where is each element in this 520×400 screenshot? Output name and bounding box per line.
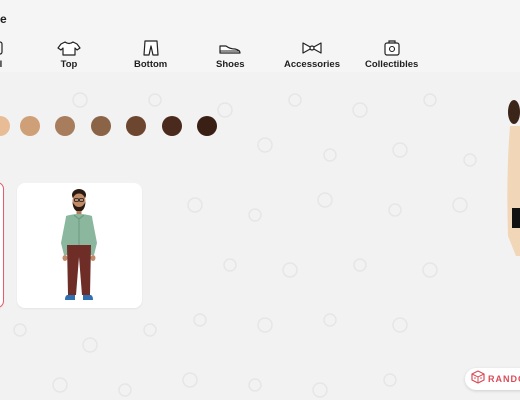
full-outfit-icon	[0, 40, 6, 56]
avatar-card-selected[interactable]	[0, 182, 4, 308]
tab-label: Collectibles	[365, 59, 419, 70]
tab-top[interactable]: Top	[57, 40, 81, 72]
tab-shoes[interactable]: Shoes	[216, 40, 245, 72]
bow-icon	[300, 40, 324, 56]
dice-icon	[471, 369, 485, 389]
shoe-icon	[218, 40, 242, 56]
page-title: e	[0, 12, 7, 26]
tab-full-outfit[interactable]: l	[0, 40, 6, 72]
skin-tone-swatch-7[interactable]	[197, 116, 217, 136]
skin-tone-swatch-2[interactable]	[20, 116, 40, 136]
mannequin-preview	[507, 100, 520, 256]
tab-label: Bottom	[134, 59, 168, 70]
tab-accessories[interactable]: Accessories	[284, 40, 340, 72]
skin-tone-swatch-5[interactable]	[126, 116, 146, 136]
skin-tone-swatch-4[interactable]	[91, 116, 111, 136]
randomize-button[interactable]: RANDO	[465, 368, 520, 390]
avatar-figure	[61, 189, 97, 300]
skin-tone-swatch-6[interactable]	[162, 116, 182, 136]
avatar-card[interactable]	[17, 183, 142, 308]
randomize-label: RANDO	[488, 374, 520, 384]
tab-label: Accessories	[284, 59, 340, 70]
collectibles-icon	[383, 40, 401, 56]
pants-icon	[142, 40, 160, 56]
skin-tone-swatch-1[interactable]	[0, 116, 10, 136]
tab-bottom[interactable]: Bottom	[134, 40, 167, 72]
tab-label: Shoes	[216, 59, 245, 70]
tab-collectibles[interactable]: Collectibles	[365, 40, 418, 72]
skin-tone-swatch-3[interactable]	[55, 116, 75, 136]
tab-label: Top	[60, 59, 78, 70]
tab-label: l	[0, 59, 3, 70]
shirt-icon	[57, 40, 81, 56]
